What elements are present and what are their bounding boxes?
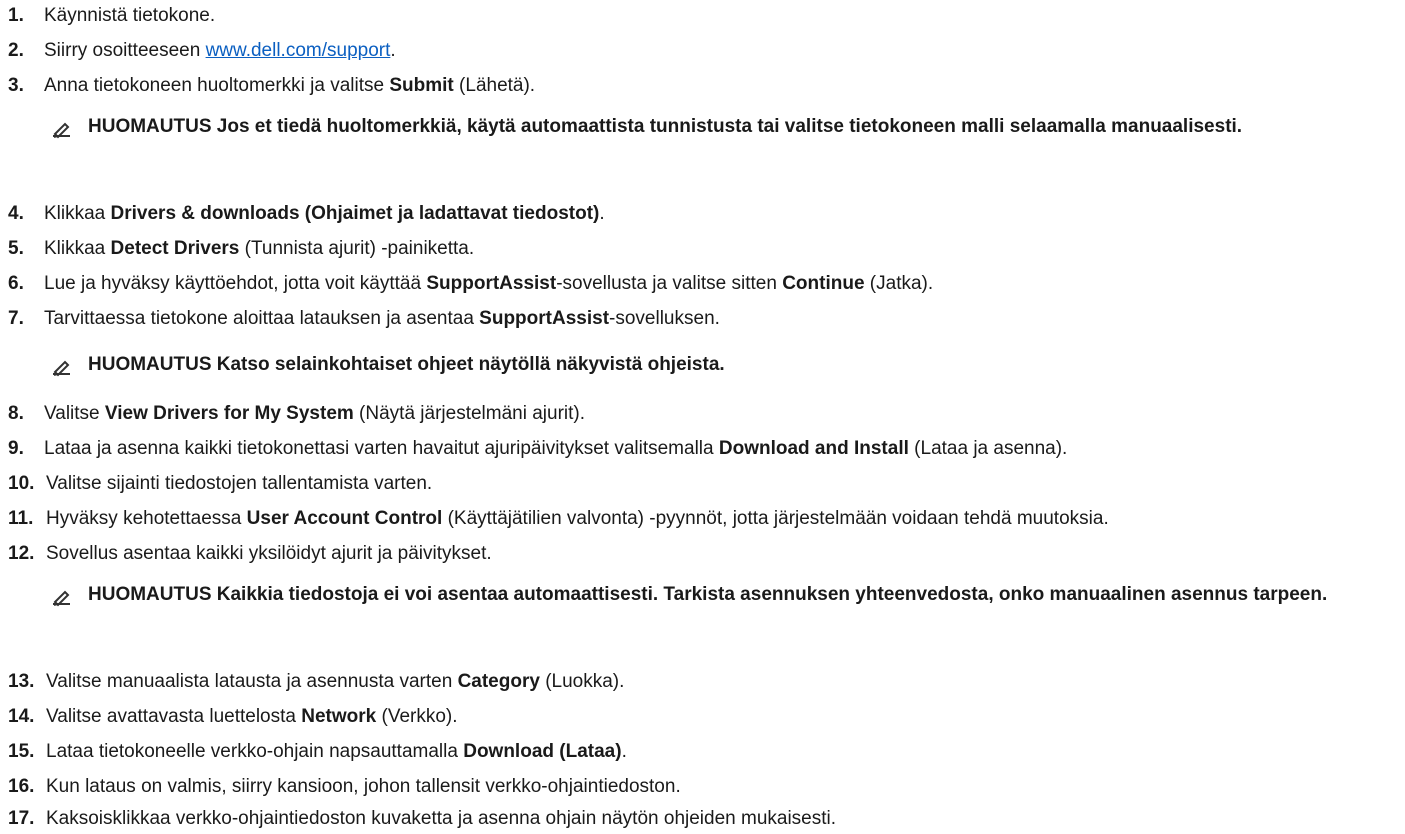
- step-number: 3.: [8, 75, 24, 96]
- step-number: 5.: [8, 238, 24, 259]
- step-text-end: (Lähetä).: [453, 75, 536, 96]
- step-9: 9. Lataa ja asenna kaikki tietokonettasi …: [8, 436, 1398, 462]
- step-bold-term: Download and Install: [718, 438, 909, 459]
- dell-support-link[interactable]: www.dell.com/support: [206, 40, 391, 61]
- step-number: 10.: [8, 473, 35, 494]
- step-text-end: (Verkko).: [376, 706, 458, 727]
- note-text: HUOMAUTUS Katso selainkohtaiset ohjeet n…: [88, 354, 725, 375]
- step-17: 17. Kaksoisklikkaa verkko-ohjaintiedoston…: [8, 806, 1398, 832]
- step-text: Hyväksy kehotettaessa: [46, 508, 247, 529]
- step-number: 4.: [8, 203, 24, 224]
- step-11: 11. Hyväksy kehotettaessa User Account Co…: [8, 506, 1398, 532]
- step-number: 15.: [8, 741, 35, 762]
- step-10: 10. Valitse sijainti tiedostojen tallenta…: [8, 471, 1398, 497]
- step-bold-term: SupportAssist: [479, 308, 610, 329]
- step-text-end: (Luokka).: [539, 671, 625, 692]
- step-text-end: .: [621, 741, 627, 762]
- note-1: HUOMAUTUS Jos et tiedä huoltomerkkiä, kä…: [50, 112, 1390, 142]
- step-text: Sovellus asentaa kaikki yksilöidyt ajuri…: [46, 543, 492, 564]
- step-2: 2. Siirry osoitteeseen www.dell.com/suppo…: [8, 38, 1398, 64]
- step-bold-term: Download (Lataa): [463, 741, 622, 762]
- note-text: HUOMAUTUS Jos et tiedä huoltomerkkiä, kä…: [88, 116, 1243, 137]
- step-bold-term: SupportAssist: [426, 273, 557, 294]
- step-number: 13.: [8, 671, 35, 692]
- step-bold-term: Network: [301, 706, 377, 727]
- step-number: 6.: [8, 273, 24, 294]
- step-text: Lataa tietokoneelle verkko-ohjain napsau…: [46, 741, 464, 762]
- note-text: HUOMAUTUS Kaikkia tiedostoja ei voi asen…: [88, 584, 1328, 605]
- step-text-end: (Jatka).: [864, 273, 934, 294]
- step-4: 4. Klikkaa Drivers & downloads (Ohjaimet …: [8, 201, 1398, 227]
- step-text: Kun lataus on valmis, siirry kansioon, j…: [46, 776, 681, 797]
- note-2: HUOMAUTUS Katso selainkohtaiset ohjeet n…: [50, 350, 1390, 380]
- step-bold-term: Submit: [389, 75, 454, 96]
- step-bold-term-2: Continue: [782, 273, 865, 294]
- pencil-note-icon: [53, 122, 70, 139]
- pencil-note-icon: [53, 360, 70, 377]
- step-text: Valitse sijainti tiedostojen tallentamis…: [46, 473, 433, 494]
- step-number: 16.: [8, 776, 35, 797]
- step-text-end: .: [390, 40, 396, 61]
- step-number: 2.: [8, 40, 24, 61]
- step-bold-term: Drivers & downloads (Ohjaimet ja ladatta…: [110, 203, 600, 224]
- step-text: Valitse: [44, 403, 105, 424]
- step-text: Anna tietokoneen huoltomerkki ja valitse: [44, 75, 390, 96]
- step-7: 7. Tarvittaessa tietokone aloittaa latauk…: [8, 306, 1398, 332]
- step-number: 7.: [8, 308, 24, 329]
- step-text: Siirry osoitteeseen: [44, 40, 206, 61]
- note-3: HUOMAUTUS Kaikkia tiedostoja ei voi asen…: [50, 580, 1390, 610]
- step-15: 15. Lataa tietokoneelle verkko-ohjain nap…: [8, 739, 1398, 765]
- step-text-mid: -sovellusta ja valitse sitten: [556, 273, 783, 294]
- step-5: 5. Klikkaa Detect Drivers (Tunnista ajuri…: [8, 236, 1398, 262]
- step-number: 12.: [8, 543, 35, 564]
- step-12: 12. Sovellus asentaa kaikki yksilöidyt aj…: [8, 541, 1398, 567]
- step-number: 9.: [8, 438, 24, 459]
- step-text: Kaksoisklikkaa verkko-ohjaintiedoston ku…: [46, 808, 837, 829]
- step-text: Klikkaa: [44, 238, 111, 259]
- step-bold-term: Detect Drivers: [110, 238, 240, 259]
- step-bold-term: Category: [457, 671, 540, 692]
- step-14: 14. Valitse avattavasta luettelosta Netwo…: [8, 704, 1398, 730]
- step-text-end: -sovelluksen.: [609, 308, 720, 329]
- step-number: 8.: [8, 403, 24, 424]
- step-1: 1. Käynnistä tietokone.: [8, 3, 1398, 29]
- step-3: 3. Anna tietokoneen huoltomerkki ja valit…: [8, 73, 1398, 99]
- pencil-note-icon: [53, 590, 70, 607]
- step-8: 8. Valitse View Drivers for My System (Nä…: [8, 401, 1398, 427]
- step-text: Klikkaa: [44, 203, 111, 224]
- step-text-end: .: [599, 203, 605, 224]
- step-text: Lue ja hyväksy käyttöehdot, jotta voit k…: [44, 273, 427, 294]
- step-text: Valitse manuaalista latausta ja asennust…: [46, 671, 458, 692]
- step-16: 16. Kun lataus on valmis, siirry kansioon…: [8, 774, 1398, 800]
- step-6: 6. Lue ja hyväksy käyttöehdot, jotta voit…: [8, 271, 1398, 297]
- step-number: 17.: [8, 808, 35, 829]
- step-number: 11.: [8, 508, 34, 529]
- step-text: Valitse avattavasta luettelosta: [46, 706, 302, 727]
- step-bold-term: User Account Control: [246, 508, 443, 529]
- step-13: 13. Valitse manuaalista latausta ja asenn…: [8, 669, 1398, 695]
- step-text-end: (Lataa ja asenna).: [908, 438, 1068, 459]
- step-text: Käynnistä tietokone.: [44, 5, 216, 26]
- step-bold-term: View Drivers for My System: [104, 403, 354, 424]
- step-number: 14.: [8, 706, 35, 727]
- step-text: Tarvittaessa tietokone aloittaa lataukse…: [44, 308, 480, 329]
- step-text-end: (Käyttäjätilien valvonta) -pyynnöt, jott…: [442, 508, 1109, 529]
- instruction-document: 1. Käynnistä tietokone. 2. Siirry osoittee…: [0, 0, 1405, 834]
- step-number: 1.: [8, 5, 24, 26]
- step-text-end: (Näytä järjestelmäni ajurit).: [353, 403, 586, 424]
- step-text-end: (Tunnista ajurit) -painiketta.: [239, 238, 475, 259]
- step-text: Lataa ja asenna kaikki tietokonettasi va…: [44, 438, 719, 459]
